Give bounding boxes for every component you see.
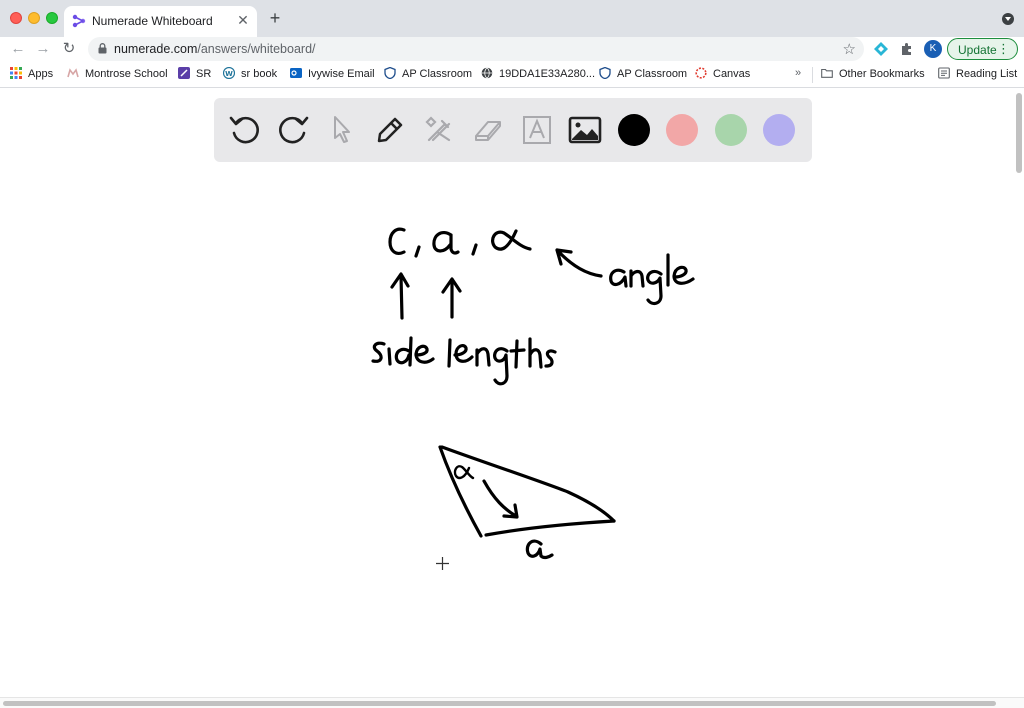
apps-grid-icon (10, 67, 22, 79)
handwritten-arrow-angle (555, 248, 603, 278)
color-swatch-purple[interactable] (763, 114, 795, 146)
numerade-favicon-icon (72, 14, 86, 28)
bookmark-apps[interactable]: Apps (10, 67, 53, 83)
address-bar[interactable]: numerade.com/answers/whiteboard/ ☆ (88, 37, 864, 61)
shield-icon (384, 67, 396, 79)
bookmark-montrose-school[interactable]: Montrose School (67, 67, 168, 83)
lock-icon (98, 43, 107, 54)
tab-numerade-whiteboard[interactable]: Numerade Whiteboard ✕ (64, 6, 257, 37)
wordpress-icon: W (223, 67, 235, 79)
minimize-window-button[interactable] (28, 12, 40, 24)
new-tab-button[interactable]: + (266, 9, 284, 27)
bookmarks-bar: Apps Montrose School SR Wsr book Ivywise… (0, 61, 1024, 88)
tab-close-icon[interactable]: ✕ (235, 12, 251, 28)
other-bookmarks-folder[interactable]: Other Bookmarks (821, 67, 925, 83)
menu-dots-icon: ⋮ (997, 41, 1010, 56)
bookmark-label: AP Classroom (617, 68, 688, 80)
bookmark-label: sr book (241, 68, 278, 80)
bookmark-19dda1e33a280[interactable]: 19DDA1E33A280... (481, 67, 595, 83)
horizontal-scrollbar[interactable] (0, 697, 1024, 708)
pen-icon[interactable] (372, 112, 408, 148)
bookmark-canvas[interactable]: Canvas (695, 67, 750, 83)
bookmark-star-icon[interactable]: ☆ (843, 40, 856, 58)
text-icon[interactable] (519, 112, 555, 148)
back-button[interactable]: ← (8, 39, 28, 59)
outlook-icon (290, 68, 302, 78)
bookmark-label: Ivywise Email (308, 68, 375, 80)
browser-toolbar: ← → ↻ numerade.com/answers/whiteboard/ ☆… (0, 37, 1024, 61)
bookmark-label: AP Classroom (402, 68, 473, 80)
reading-list[interactable]: Reading List (938, 67, 1017, 83)
color-swatch-black[interactable] (618, 114, 650, 146)
vertical-scrollbar-thumb[interactable] (1016, 93, 1022, 173)
whiteboard-toolbar (214, 98, 812, 162)
svg-text:W: W (225, 70, 233, 78)
bookmarks-separator (812, 67, 813, 83)
bookmark-sr[interactable]: SR (178, 67, 211, 83)
shield-icon (599, 67, 611, 79)
update-button[interactable]: Update ⋮ (947, 38, 1018, 60)
bookmark-label: Montrose School (85, 68, 168, 80)
bookmark-label: Canvas (713, 68, 751, 80)
bookmark-ivywise-email[interactable]: Ivywise Email (290, 67, 375, 83)
handwritten-triangle-side-a (525, 539, 554, 560)
handwritten-angle-label (609, 253, 695, 306)
vertical-scrollbar[interactable] (1014, 89, 1024, 697)
reading-list-icon (938, 67, 950, 79)
color-swatch-pink[interactable] (666, 114, 698, 146)
bookmark-ap-classroom-1[interactable]: AP Classroom (384, 67, 472, 83)
bookmark-label: SR (196, 68, 212, 80)
close-window-button[interactable] (10, 12, 22, 24)
whiteboard-page (0, 89, 1024, 697)
montrose-icon (67, 68, 79, 78)
extensions-puzzle-icon[interactable] (899, 41, 915, 57)
reload-button[interactable]: ↻ (59, 39, 79, 59)
handwritten-arrows-up (390, 272, 462, 320)
handwritten-triangle-alpha (453, 465, 475, 480)
browser-window: Numerade Whiteboard ✕ + ← → ↻ numerade.c… (0, 0, 1024, 708)
horizontal-scrollbar-thumb[interactable] (3, 701, 996, 706)
handwritten-side-lengths-label (371, 336, 557, 386)
url-text: numerade.com/answers/whiteboard/ (114, 42, 316, 56)
image-icon[interactable] (567, 112, 603, 148)
canvas-icon (695, 67, 707, 79)
redo-icon[interactable] (275, 112, 311, 148)
url-path: /answers/whiteboard/ (197, 42, 316, 56)
other-bookmarks-label: Other Bookmarks (839, 68, 925, 80)
extension-diamond-icon[interactable] (873, 41, 889, 57)
bookmark-label: 19DDA1E33A280... (499, 68, 596, 80)
tab-search-icon[interactable] (1002, 13, 1014, 25)
zoom-window-button[interactable] (46, 12, 58, 24)
undo-icon[interactable] (227, 112, 263, 148)
tab-strip: Numerade Whiteboard ✕ + (0, 0, 1024, 37)
color-swatch-green[interactable] (715, 114, 747, 146)
forward-button[interactable]: → (33, 39, 53, 59)
bookmarks-overflow-icon[interactable]: » (795, 67, 801, 79)
profile-avatar[interactable]: K (924, 40, 942, 58)
bookmark-ap-classroom-2[interactable]: AP Classroom (599, 67, 687, 83)
sr-icon (178, 67, 190, 79)
bookmark-label: Apps (28, 68, 54, 80)
url-host: numerade.com (114, 42, 198, 56)
update-label: Update (958, 43, 997, 57)
crosshair-cursor-icon (436, 557, 449, 570)
tab-title: Numerade Whiteboard (92, 14, 213, 28)
folder-icon (821, 68, 833, 78)
handwritten-variables (388, 227, 532, 258)
reading-list-label: Reading List (956, 68, 1018, 80)
select-pointer-icon[interactable] (324, 112, 360, 148)
whiteboard-canvas[interactable] (0, 89, 1014, 697)
bookmark-sr-book[interactable]: Wsr book (223, 67, 277, 83)
eraser-icon[interactable] (470, 112, 506, 148)
globe-icon (481, 67, 493, 79)
shapes-tools-icon[interactable] (421, 112, 457, 148)
handwritten-triangle (438, 445, 616, 538)
